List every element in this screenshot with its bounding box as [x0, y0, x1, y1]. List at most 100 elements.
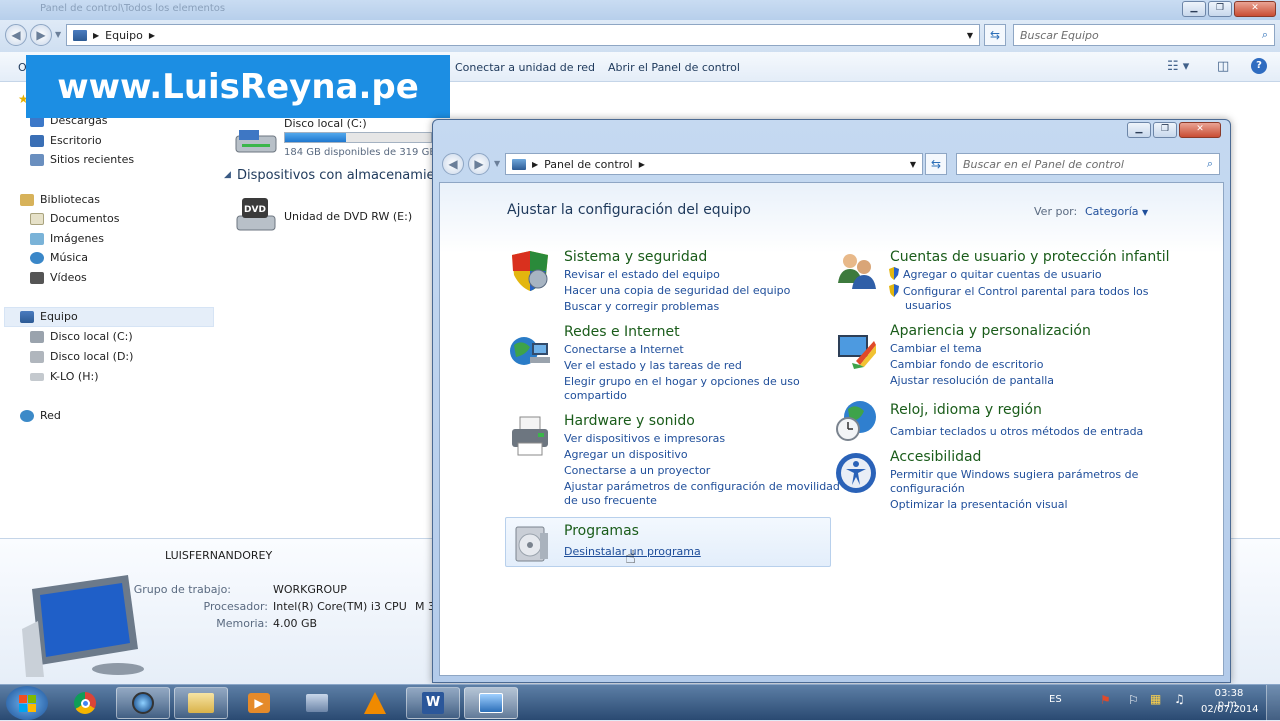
section-collapse-icon[interactable]: ◢ — [224, 170, 231, 180]
explorer-address-row: ◀ ▶ ▼ ▶ Equipo ▶ ▼ ⇆ Buscar Equipo ⌕ — [0, 20, 1280, 52]
map-network-drive-button[interactable]: Conectar a unidad de red — [455, 61, 595, 74]
cp-close-button[interactable]: ✕ — [1179, 122, 1221, 138]
breadcrumb-chevron-icon[interactable]: ▶ — [149, 31, 155, 40]
nav-item-klo[interactable]: K-LO (H:) — [30, 370, 98, 383]
link-grupo-hogar-2[interactable]: compartido — [564, 388, 627, 404]
explorer-address-bar[interactable]: ▶ Equipo ▶ ▼ — [66, 24, 980, 46]
nav-item-documentos[interactable]: Documentos — [30, 212, 119, 225]
vlc-cone-icon — [364, 692, 386, 714]
nav-item-escritorio[interactable]: Escritorio — [30, 134, 102, 147]
network-computer-icon — [306, 694, 328, 712]
nav-item-red[interactable]: Red — [20, 409, 61, 422]
removable-section-header[interactable]: Dispositivos con almacenamien — [237, 168, 443, 183]
link-fondo-escritorio[interactable]: Cambiar fondo de escritorio — [890, 357, 1043, 373]
taskbar-media[interactable] — [116, 687, 170, 719]
taskbar-media-player[interactable]: ▶ — [232, 687, 286, 719]
category-sistema-seguridad[interactable]: Sistema y seguridad — [564, 249, 707, 265]
link-agregar-cuentas[interactable]: Agregar o quitar cuentas de usuario — [888, 267, 1102, 283]
taskbar-word[interactable]: W — [406, 687, 460, 719]
network-tray-icon[interactable]: ▦ — [1150, 692, 1161, 706]
explorer-search-input[interactable]: Buscar Equipo ⌕ — [1013, 24, 1275, 46]
open-control-panel-button[interactable]: Abrir el Panel de control — [608, 61, 740, 74]
minimize-button[interactable]: ▁ — [1182, 1, 1206, 17]
taskbar-vlc[interactable] — [348, 687, 402, 719]
view-options-icon[interactable]: ☷ ▾ — [1167, 59, 1189, 74]
cp-refresh-icon[interactable]: ⇆ — [925, 153, 947, 175]
taskbar-explorer[interactable] — [174, 687, 228, 719]
search-icon[interactable]: ⌕ — [1262, 28, 1268, 42]
link-optimizar-visual[interactable]: Optimizar la presentación visual — [890, 497, 1068, 513]
link-movilidad-2[interactable]: de uso frecuente — [564, 493, 657, 509]
cp-minimize-button[interactable]: ▁ — [1127, 122, 1151, 138]
cp-forward-button[interactable]: ▶ — [468, 153, 490, 175]
action-center-icon[interactable]: ⚐ — [1128, 693, 1139, 707]
maximize-button[interactable]: ❐ — [1208, 1, 1232, 17]
category-reloj-idioma[interactable]: Reloj, idioma y región — [890, 402, 1042, 418]
clock-date[interactable]: 02/07/2014 — [1201, 704, 1259, 715]
nav-item-disco-c[interactable]: Disco local (C:) — [30, 330, 133, 343]
cp-back-button[interactable]: ◀ — [442, 153, 464, 175]
taskbar-control-panel[interactable] — [464, 687, 518, 719]
history-dropdown-icon[interactable]: ▼ — [55, 30, 61, 39]
drive-c-name[interactable]: Disco local (C:) — [284, 117, 367, 130]
show-desktop-button[interactable] — [1266, 685, 1280, 721]
link-resolucion-pantalla[interactable]: Ajustar resolución de pantalla — [890, 373, 1054, 389]
close-button[interactable]: ✕ — [1234, 1, 1276, 17]
nav-item-imagenes[interactable]: Imágenes — [30, 232, 104, 245]
category-cuentas-usuario[interactable]: Cuentas de usuario y protección infantil — [890, 249, 1170, 265]
cp-history-dropdown-icon[interactable]: ▼ — [494, 159, 500, 168]
cp-maximize-button[interactable]: ❐ — [1153, 122, 1177, 138]
category-programas[interactable]: Programas — [564, 523, 639, 539]
volume-icon[interactable]: ♫ — [1174, 692, 1185, 706]
link-revisar-estado[interactable]: Revisar el estado del equipo — [564, 267, 720, 283]
link-conectarse-internet[interactable]: Conectarse a Internet — [564, 342, 684, 358]
category-hardware-sonido[interactable]: Hardware y sonido — [564, 413, 695, 429]
cp-address-dropdown-icon[interactable]: ▼ — [910, 160, 916, 169]
taskbar-network-app[interactable] — [290, 687, 344, 719]
preview-pane-icon[interactable]: ◫ — [1217, 59, 1229, 74]
category-apariencia[interactable]: Apariencia y personalización — [890, 323, 1091, 339]
nav-item-musica[interactable]: Música — [30, 251, 88, 264]
nav-item-sitios-recientes[interactable]: Sitios recientes — [30, 153, 134, 166]
cp-heading: Ajustar la configuración del equipo — [507, 202, 751, 218]
dvd-drive-name[interactable]: Unidad de DVD RW (E:) — [284, 210, 412, 223]
address-dropdown-icon[interactable]: ▼ — [967, 31, 973, 40]
link-buscar-problemas[interactable]: Buscar y corregir problemas — [564, 299, 719, 315]
link-parametros-sugeridos-2[interactable]: configuración — [890, 481, 965, 497]
nav-item-bibliotecas[interactable]: Bibliotecas — [20, 193, 100, 206]
cp-breadcrumb-panel[interactable]: Panel de control — [544, 158, 633, 171]
nav-item-videos[interactable]: Vídeos — [30, 271, 87, 284]
breadcrumb-equipo[interactable]: Equipo — [105, 29, 143, 42]
media-center-icon — [132, 692, 154, 714]
cp-search-input[interactable]: Buscar en el Panel de control ⌕ — [956, 153, 1220, 175]
link-ver-dispositivos[interactable]: Ver dispositivos e impresoras — [564, 431, 725, 447]
nav-item-equipo[interactable]: Equipo — [20, 310, 78, 323]
category-accesibilidad[interactable]: Accesibilidad — [890, 449, 981, 465]
link-estado-red[interactable]: Ver el estado y las tareas de red — [564, 358, 742, 374]
language-indicator[interactable]: ES — [1049, 694, 1062, 705]
dvd-badge: DVD — [244, 205, 266, 215]
link-agregar-dispositivo[interactable]: Agregar un dispositivo — [564, 447, 688, 463]
view-by-dropdown[interactable]: Categoría ▼ — [1085, 205, 1148, 218]
start-button[interactable] — [6, 686, 48, 720]
category-redes-internet[interactable]: Redes e Internet — [564, 324, 680, 340]
link-cambiar-tema[interactable]: Cambiar el tema — [890, 341, 982, 357]
taskbar-chrome[interactable] — [58, 687, 112, 719]
cp-address-bar[interactable]: ▶ Panel de control ▶ ▼ — [505, 153, 923, 175]
back-button[interactable]: ◀ — [5, 24, 27, 46]
link-copia-seguridad[interactable]: Hacer una copia de seguridad del equipo — [564, 283, 790, 299]
link-conectarse-proyector[interactable]: Conectarse a un proyector — [564, 463, 710, 479]
link-control-parental-2[interactable]: usuarios — [905, 298, 951, 314]
cp-search-icon[interactable]: ⌕ — [1207, 157, 1213, 171]
nav-item-disco-d[interactable]: Disco local (D:) — [30, 350, 133, 363]
taskbar: ▶ W ES ⚑ ⚐ ▦ ♫ 03:38 p.m. 02/07/2014 — [0, 684, 1280, 721]
forward-button[interactable]: ▶ — [30, 24, 52, 46]
processor-label: Procesador: — [203, 600, 269, 613]
link-cambiar-teclados[interactable]: Cambiar teclados u otros métodos de entr… — [890, 424, 1143, 440]
refresh-icon[interactable]: ⇆ — [984, 24, 1006, 46]
explorer-titlebar[interactable]: Panel de control\Todos los elementos ▁ ❐… — [0, 0, 1280, 20]
word-icon: W — [422, 692, 444, 714]
help-icon[interactable]: ? — [1251, 58, 1267, 74]
cp-breadcrumb-chevron-icon[interactable]: ▶ — [639, 160, 645, 169]
flag-icon[interactable]: ⚑ — [1100, 693, 1111, 707]
